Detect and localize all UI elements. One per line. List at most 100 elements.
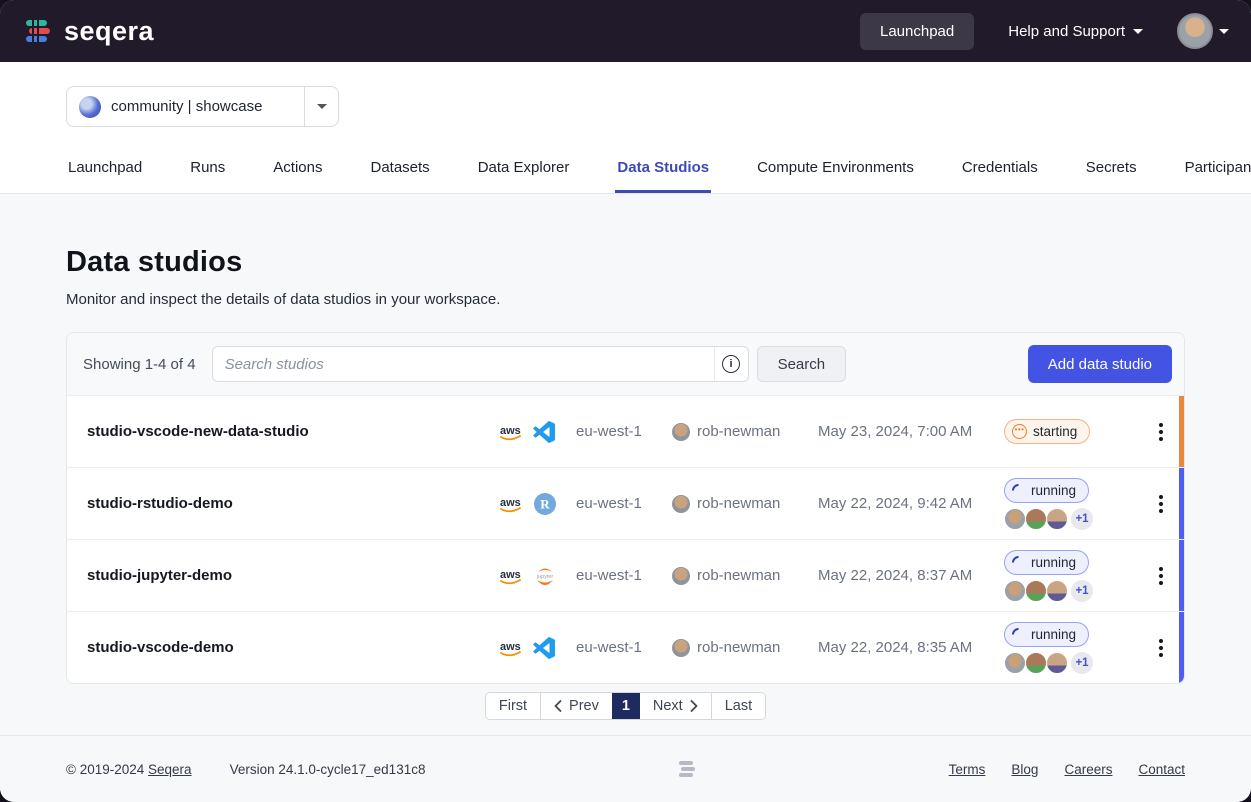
svg-text:aws: aws [500,425,521,437]
workspace-selector[interactable]: community | showcase [66,86,339,127]
svg-text:aws: aws [500,641,521,653]
participant-avatar [1025,652,1047,674]
participants-avatars: +1 [1004,580,1093,602]
status-color-bar [1179,396,1184,467]
vscode-icon [533,421,555,443]
workspace-bar: community | showcase [0,62,1251,147]
studio-name[interactable]: studio-jupyter-demo [67,567,498,584]
region: eu-west-1 [576,639,672,656]
aws-icon: aws [498,422,525,442]
row-menu-button[interactable] [1155,491,1167,517]
tab-actions[interactable]: Actions [271,147,324,193]
pagination-first-button[interactable]: First [486,693,540,719]
user-cell: rob-newman [672,639,818,657]
extra-participants-badge: +1 [1071,652,1093,674]
workspace-dropdown-toggle[interactable] [304,87,338,126]
starting-status-icon: ••• [1012,424,1027,439]
svg-text:R: R [540,496,550,511]
user-avatar [672,639,690,657]
status-badge: running [1004,550,1089,575]
table-row[interactable]: studio-vscode-new-data-studio aws eu-wes… [67,395,1184,467]
tab-data-studios[interactable]: Data Studios [615,147,711,193]
launchpad-nav-button[interactable]: Launchpad [860,13,974,50]
blog-link[interactable]: Blog [1011,762,1038,777]
user-menu[interactable] [1177,13,1229,49]
running-spinner-icon [1009,625,1027,643]
chevron-right-icon [690,700,698,712]
rstudio-icon: R [533,492,557,516]
participant-avatar [1046,652,1068,674]
user-avatar [672,423,690,441]
search-info-button[interactable]: i [714,347,748,381]
chevron-left-icon [554,700,562,712]
participant-avatar [1025,508,1047,530]
studio-name[interactable]: studio-rstudio-demo [67,495,498,512]
chevron-down-icon [1133,29,1143,34]
aws-icon: aws [498,494,525,514]
user-name: rob-newman [697,423,780,440]
vscode-icon [533,637,555,659]
avatar [1177,13,1213,49]
tab-participants[interactable]: Participants [1183,147,1251,193]
tab-credentials[interactable]: Credentials [960,147,1040,193]
tab-runs[interactable]: Runs [188,147,227,193]
studio-name[interactable]: studio-vscode-demo [67,639,498,656]
participant-avatar [1004,580,1026,602]
status-badge: ••• starting [1004,419,1090,444]
pagination-next-button[interactable]: Next [640,693,711,719]
copyright-text: © 2019-2024 Seqera [66,762,192,777]
tab-datasets[interactable]: Datasets [368,147,431,193]
careers-link[interactable]: Careers [1064,762,1112,777]
brand-wordmark: seqera [64,16,154,47]
search-input[interactable] [213,347,714,381]
user-avatar [672,567,690,585]
status-color-bar [1179,540,1184,611]
table-row[interactable]: studio-jupyter-demo aws jupyter eu-west-… [67,539,1184,611]
results-count: Showing 1-4 of 4 [83,356,196,373]
row-menu-button[interactable] [1155,419,1167,445]
tab-data-explorer[interactable]: Data Explorer [476,147,572,193]
participants-avatars: +1 [1004,652,1093,674]
terms-link[interactable]: Terms [949,762,986,777]
participant-avatar [1004,508,1026,530]
tab-secrets[interactable]: Secrets [1084,147,1139,193]
tab-launchpad[interactable]: Launchpad [66,147,144,193]
table-row[interactable]: studio-rstudio-demo aws R eu-west-1 rob-… [67,467,1184,539]
seqera-logo[interactable]: seqera [22,15,154,47]
studio-name[interactable]: studio-vscode-new-data-studio [67,423,498,440]
workspace-tabs: Launchpad Runs Actions Datasets Data Exp… [0,147,1251,194]
chevron-down-icon [317,104,327,109]
region: eu-west-1 [576,567,672,584]
row-menu-button[interactable] [1155,563,1167,589]
pagination-last-button[interactable]: Last [711,693,765,719]
svg-text:jupyter: jupyter [536,574,554,580]
user-name: rob-newman [697,495,780,512]
tab-compute-environments[interactable]: Compute Environments [755,147,916,193]
row-menu-button[interactable] [1155,635,1167,661]
aws-icon: aws [498,638,525,658]
add-data-studio-button[interactable]: Add data studio [1028,345,1172,383]
created-date: May 22, 2024, 9:42 AM [818,495,1004,512]
participants-avatars: +1 [1004,508,1093,530]
table-toolbar: Showing 1-4 of 4 i Search Add data studi… [67,333,1184,395]
search-button[interactable]: Search [757,346,847,382]
seqera-footer-link[interactable]: Seqera [148,762,192,777]
page-subtitle: Monitor and inspect the details of data … [66,291,1185,308]
aws-icon: aws [498,566,525,586]
main-content: Data studios Monitor and inspect the det… [0,246,1251,720]
pagination-page-1[interactable]: 1 [612,693,640,719]
chevron-down-icon [1219,29,1229,34]
globe-icon [79,96,101,118]
contact-link[interactable]: Contact [1138,762,1185,777]
extra-participants-badge: +1 [1071,508,1093,530]
user-name: rob-newman [697,639,780,656]
status-color-bar [1179,612,1184,683]
created-date: May 23, 2024, 7:00 AM [818,423,1004,440]
created-date: May 22, 2024, 8:35 AM [818,639,1004,656]
pagination-prev-button[interactable]: Prev [540,693,612,719]
user-name: rob-newman [697,567,780,584]
created-date: May 22, 2024, 8:37 AM [818,567,1004,584]
help-and-support-menu[interactable]: Help and Support [1008,23,1143,40]
user-avatar [672,495,690,513]
table-row[interactable]: studio-vscode-demo aws eu-west-1 rob-new… [67,611,1184,683]
